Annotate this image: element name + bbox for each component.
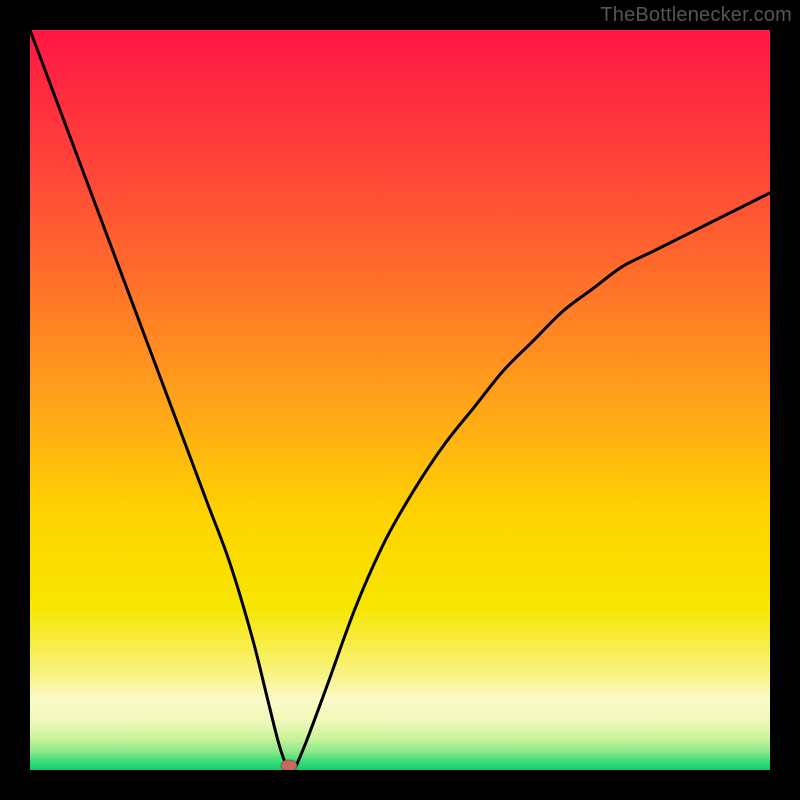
plot-area (30, 30, 770, 770)
gradient-background (30, 30, 770, 770)
chart-frame: TheBottlenecker.com (0, 0, 800, 800)
optimum-marker (281, 760, 297, 770)
watermark-text: TheBottlenecker.com (600, 4, 792, 27)
chart-svg (30, 30, 770, 770)
